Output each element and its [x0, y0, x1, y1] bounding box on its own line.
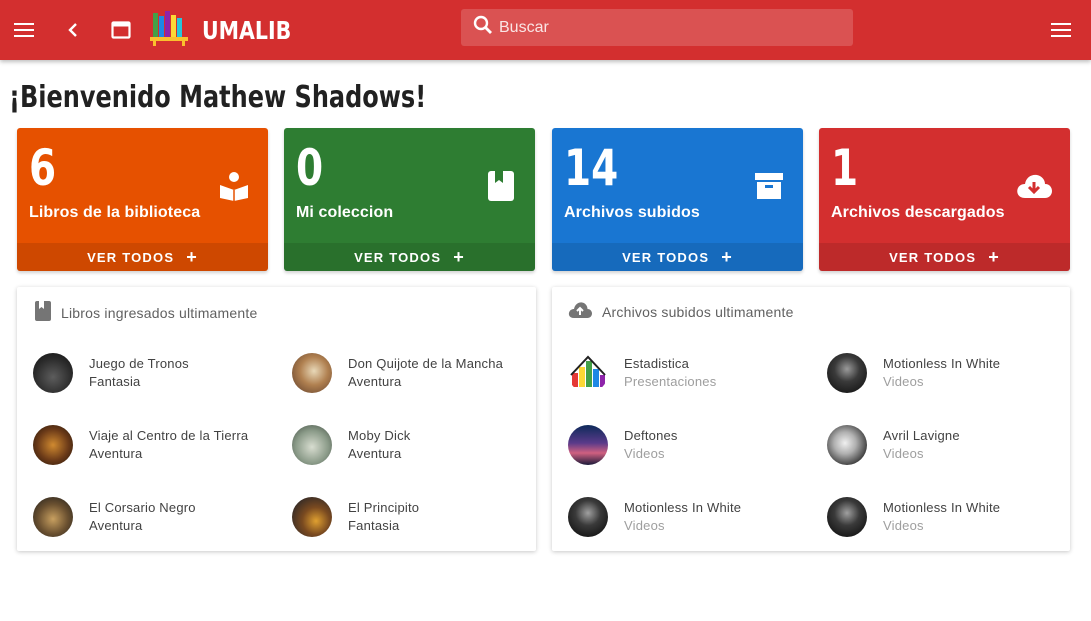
stat-count: 0 — [296, 139, 324, 197]
panel-title: Archivos subidos ultimamente — [602, 303, 794, 320]
stat-label: Archivos descargados — [831, 204, 1005, 221]
file-thumbnail-avatar — [568, 425, 608, 465]
bookmark-book-icon — [483, 168, 519, 204]
panel-header: Libros ingresados ultimamente — [35, 301, 257, 324]
stat-card-libros: 6 Libros de la biblioteca VER TODOS + — [17, 128, 268, 271]
stat-label: Libros de la biblioteca — [29, 204, 201, 221]
list-item[interactable]: Deftones Videos — [568, 423, 808, 467]
stat-count: 14 — [564, 139, 619, 197]
list-item[interactable]: Motionless In White Videos — [827, 495, 1067, 539]
file-thumbnail-avatar — [827, 497, 867, 537]
app-bar: UMALIB — [0, 0, 1091, 60]
menu-icon[interactable] — [9, 14, 41, 46]
book-icon — [35, 301, 51, 324]
archive-icon — [751, 168, 787, 204]
file-thumbnail-avatar — [827, 425, 867, 465]
back-icon[interactable] — [57, 14, 89, 46]
list-item[interactable]: Avril Lavigne Videos — [827, 423, 1067, 467]
ver-todos-button[interactable]: VER TODOS + — [819, 243, 1070, 271]
stat-label: Mi coleccion — [296, 204, 394, 221]
stat-card-subidos: 14 Archivos subidos VER TODOS + — [552, 128, 803, 271]
stat-count: 1 — [831, 139, 859, 197]
ver-todos-button[interactable]: VER TODOS + — [552, 243, 803, 271]
file-thumbnail-avatar — [568, 353, 608, 393]
list-item[interactable]: Motionless In White Videos — [827, 351, 1067, 395]
plus-icon: + — [453, 246, 465, 267]
list-item[interactable]: Viaje al Centro de la Tierra Aventura — [33, 423, 273, 467]
list-item[interactable]: El Principito Fantasia — [292, 495, 532, 539]
list-item[interactable]: Don Quijote de la Mancha Aventura — [292, 351, 532, 395]
stat-label: Archivos subidos — [564, 204, 700, 221]
window-icon[interactable] — [105, 14, 137, 46]
plus-icon: + — [988, 246, 1000, 267]
book-cover-avatar — [33, 353, 73, 393]
file-thumbnail-avatar — [568, 497, 608, 537]
plus-icon: + — [186, 246, 198, 267]
search-input[interactable] — [499, 18, 829, 37]
recent-files-panel: Archivos subidos ultimamente Estadistica… — [552, 287, 1070, 551]
books-logo-icon — [150, 10, 188, 51]
list-item[interactable]: El Corsario Negro Aventura — [33, 495, 273, 539]
panel-header: Archivos subidos ultimamente — [568, 301, 794, 322]
ver-todos-button[interactable]: VER TODOS + — [17, 243, 268, 271]
book-cover-avatar — [292, 425, 332, 465]
plus-icon: + — [721, 246, 733, 267]
book-cover-avatar — [33, 425, 73, 465]
list-item[interactable]: Juego de Tronos Fantasia — [33, 351, 273, 395]
stat-card-descargados: 1 Archivos descargados VER TODOS + — [819, 128, 1070, 271]
menu-icon[interactable] — [1046, 14, 1078, 46]
search-icon — [473, 15, 493, 40]
cloud-download-icon — [1014, 168, 1054, 204]
book-reader-icon — [216, 168, 252, 204]
brand[interactable]: UMALIB — [150, 10, 311, 50]
panel-title: Libros ingresados ultimamente — [61, 304, 258, 321]
brand-name: UMALIB — [202, 15, 292, 45]
file-thumbnail-avatar — [827, 353, 867, 393]
page-title: ¡Bienvenido Mathew Shadows! — [9, 80, 427, 115]
book-cover-avatar — [292, 497, 332, 537]
book-cover-avatar — [292, 353, 332, 393]
stat-count: 6 — [29, 139, 57, 197]
list-item[interactable]: Estadistica Presentaciones — [568, 351, 808, 395]
book-cover-avatar — [33, 497, 73, 537]
list-item[interactable]: Motionless In White Videos — [568, 495, 808, 539]
stat-card-coleccion: 0 Mi coleccion VER TODOS + — [284, 128, 535, 271]
list-item[interactable]: Moby Dick Aventura — [292, 423, 532, 467]
search-bar[interactable] — [461, 9, 853, 46]
recent-books-panel: Libros ingresados ultimamente Juego de T… — [17, 287, 536, 551]
ver-todos-button[interactable]: VER TODOS + — [284, 243, 535, 271]
cloud-upload-icon — [568, 301, 592, 322]
